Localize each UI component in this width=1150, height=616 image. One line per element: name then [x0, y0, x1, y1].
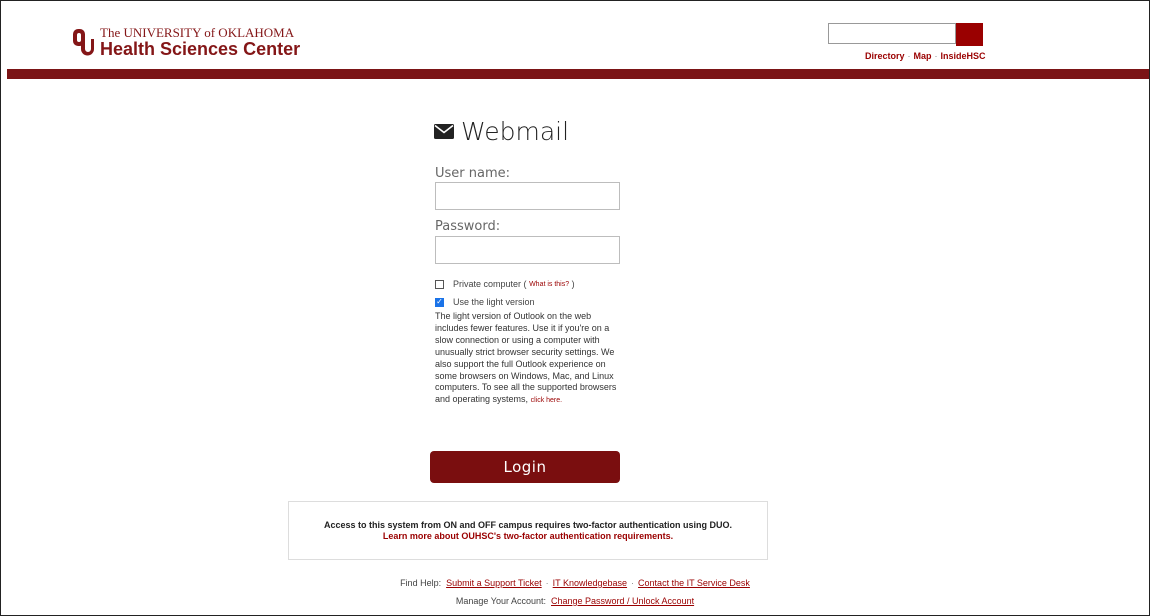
- it-knowledgebase-link[interactable]: IT Knowledgebase: [553, 578, 627, 588]
- password-label: Password:: [435, 219, 501, 234]
- page-title: Webmail: [461, 117, 570, 146]
- password-input[interactable]: [435, 236, 620, 264]
- private-computer-option: Private computer ( What is this? ): [435, 279, 575, 289]
- username-input[interactable]: [435, 182, 620, 210]
- header-bar: [7, 69, 1149, 79]
- site-search-button[interactable]: [956, 23, 983, 46]
- notice-text: Access to this system from ON and OFF ca…: [323, 520, 733, 530]
- ou-monogram-icon: [73, 29, 94, 56]
- quick-links: Directory · Map · InsideHSC: [865, 51, 986, 61]
- find-help-row: Find Help: Submit a Support Ticket · IT Kn…: [0, 578, 1150, 588]
- supported-browsers-link[interactable]: click here.: [531, 397, 563, 404]
- site-search-input[interactable]: [828, 23, 956, 44]
- what-is-this-link[interactable]: What is this?: [529, 281, 569, 288]
- webmail-heading: Webmail: [434, 117, 569, 146]
- change-password-link[interactable]: Change Password / Unlock Account: [551, 596, 694, 606]
- site-search: [828, 23, 983, 46]
- manage-account-label: Manage Your Account:: [455, 596, 546, 606]
- username-label: User name:: [435, 166, 511, 181]
- support-ticket-link[interactable]: Submit a Support Ticket: [446, 578, 542, 588]
- light-version-checkbox[interactable]: ✓: [435, 297, 444, 307]
- private-computer-label: Private computer: [453, 279, 522, 289]
- manage-account-row: Manage Your Account: Change Password / U…: [0, 596, 1150, 606]
- help-separator: ·: [545, 578, 549, 588]
- insidehsc-link[interactable]: InsideHSC: [941, 51, 986, 61]
- paren-close: ): [571, 279, 575, 289]
- link-separator: ·: [907, 51, 911, 61]
- two-factor-notice: Access to this system from ON and OFF ca…: [288, 501, 768, 560]
- login-button[interactable]: Login: [430, 451, 620, 483]
- logo-university-name: The UNIVERSITY of OKLAHOMA: [100, 25, 295, 40]
- link-separator: ·: [934, 51, 938, 61]
- light-version-option: ✓ Use the light version: [435, 297, 535, 307]
- help-separator: ·: [631, 578, 635, 588]
- private-computer-checkbox[interactable]: [435, 279, 444, 289]
- logo-hsc-name: Health Sciences Center: [100, 39, 301, 59]
- envelope-icon: [434, 124, 454, 139]
- map-link[interactable]: Map: [914, 51, 932, 61]
- light-version-label: Use the light version: [453, 297, 535, 307]
- find-help-label: Find Help:: [400, 578, 442, 588]
- it-service-desk-link[interactable]: Contact the IT Service Desk: [638, 578, 750, 588]
- paren-open: (: [523, 279, 527, 289]
- ou-logo[interactable]: The UNIVERSITY of OKLAHOMA Health Scienc…: [72, 26, 300, 58]
- directory-link[interactable]: Directory: [865, 51, 905, 61]
- light-version-description: The light version of Outlook on the web …: [435, 311, 623, 407]
- light-description-text: The light version of Outlook on the web …: [435, 311, 617, 405]
- two-factor-link[interactable]: Learn more about OUHSC's two-factor auth…: [383, 531, 673, 541]
